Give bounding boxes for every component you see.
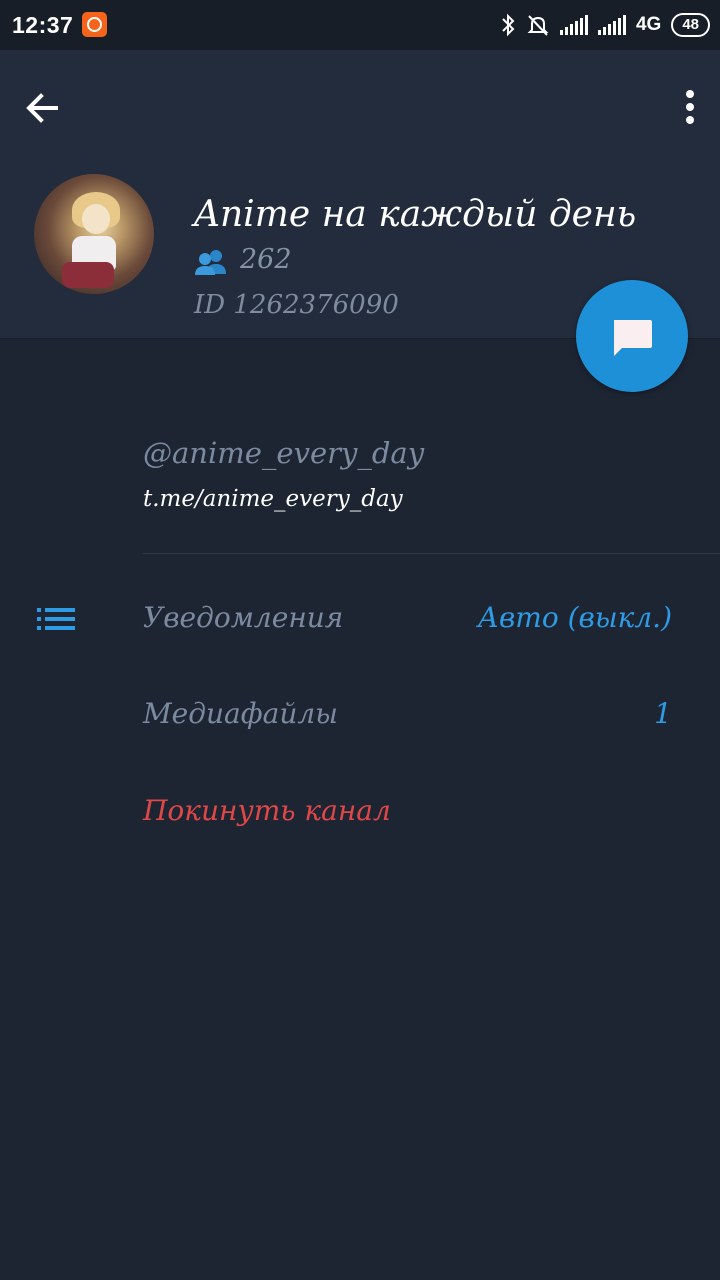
- channel-username[interactable]: @anime_every_day: [143, 436, 424, 470]
- channel-id: ID 1262376090: [194, 290, 399, 320]
- more-menu-button[interactable]: [678, 86, 702, 130]
- back-button[interactable]: [20, 86, 64, 130]
- status-time: 12:37: [12, 12, 74, 38]
- channel-title: Anime на каждый день: [194, 194, 637, 235]
- channel-avatar[interactable]: [34, 174, 154, 294]
- network-type: 4G: [635, 14, 662, 35]
- channel-link[interactable]: t.me/anime_every_day: [143, 486, 403, 512]
- members-count: 262: [240, 244, 292, 275]
- signal-icon-2: [597, 15, 626, 35]
- open-chat-button[interactable]: [576, 280, 688, 392]
- app-notification-icon: [82, 12, 107, 37]
- notifications-label: Уведомления: [143, 601, 344, 634]
- notifications-value: Авто (выкл.): [477, 601, 672, 634]
- status-icons: 4G 48: [500, 12, 710, 38]
- status-bar: 12:37 4G 48: [0, 0, 720, 50]
- chat-bubble-icon: [614, 320, 652, 356]
- media-label: Медиафайлы: [143, 697, 338, 730]
- bell-muted-icon: [527, 15, 549, 36]
- battery-indicator: 48: [671, 13, 710, 37]
- divider: [143, 553, 720, 554]
- list-icon: [37, 608, 75, 630]
- bluetooth-icon: [502, 13, 515, 37]
- members-icon: [195, 250, 226, 275]
- media-count: 1: [654, 697, 672, 730]
- more-vertical-icon: [686, 90, 694, 124]
- signal-icon: [559, 15, 588, 35]
- arrow-left-icon: [26, 93, 58, 123]
- leave-channel-button[interactable]: Покинуть канал: [143, 794, 391, 827]
